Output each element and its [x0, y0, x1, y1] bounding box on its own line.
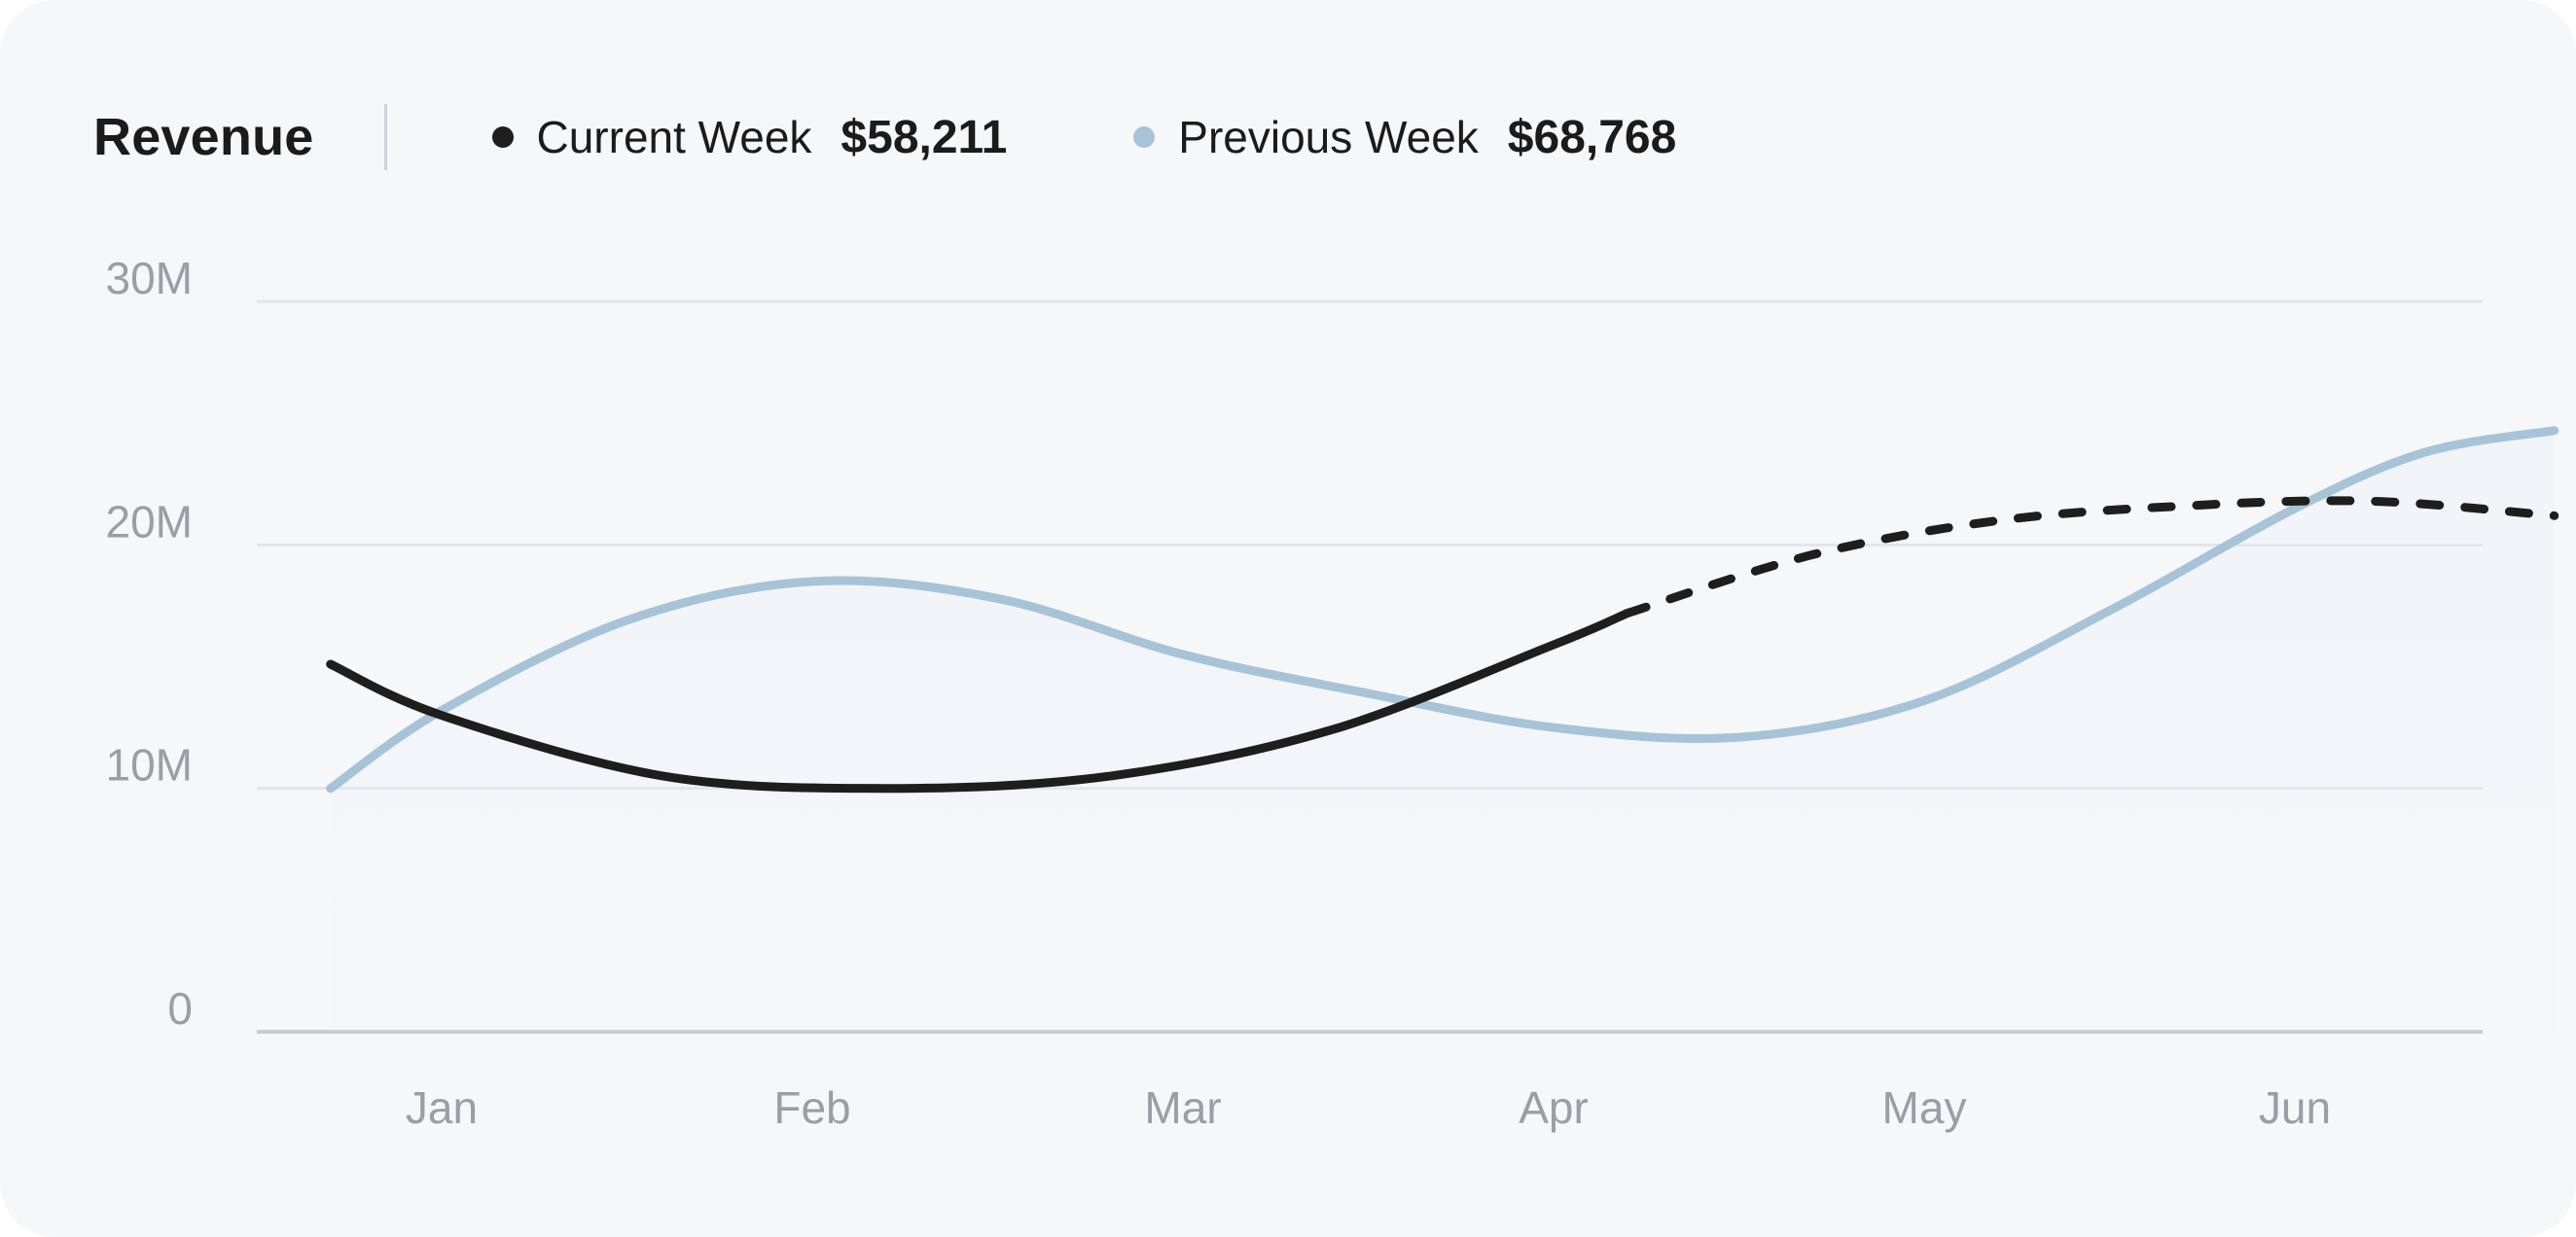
y-tick-label: 0: [167, 983, 193, 1034]
x-tick-label: Mar: [1144, 1082, 1221, 1133]
x-tick-label: Feb: [773, 1082, 850, 1133]
x-tick-label: Jun: [2259, 1082, 2331, 1133]
x-tick-label: Jan: [406, 1082, 478, 1133]
previous-week-area: [330, 430, 2555, 1032]
revenue-line-chart: 0 10M 20M 30M Jan Feb Mar Apr May Jun: [106, 253, 2559, 1133]
revenue-card: Revenue Current Week $58,211 Previous We…: [0, 0, 2576, 1237]
x-tick-label: May: [1882, 1082, 1967, 1133]
y-tick-label: 30M: [106, 253, 193, 303]
y-tick-label: 20M: [106, 496, 193, 547]
x-tick-label: Apr: [1519, 1082, 1589, 1133]
y-tick-label: 10M: [106, 740, 193, 791]
